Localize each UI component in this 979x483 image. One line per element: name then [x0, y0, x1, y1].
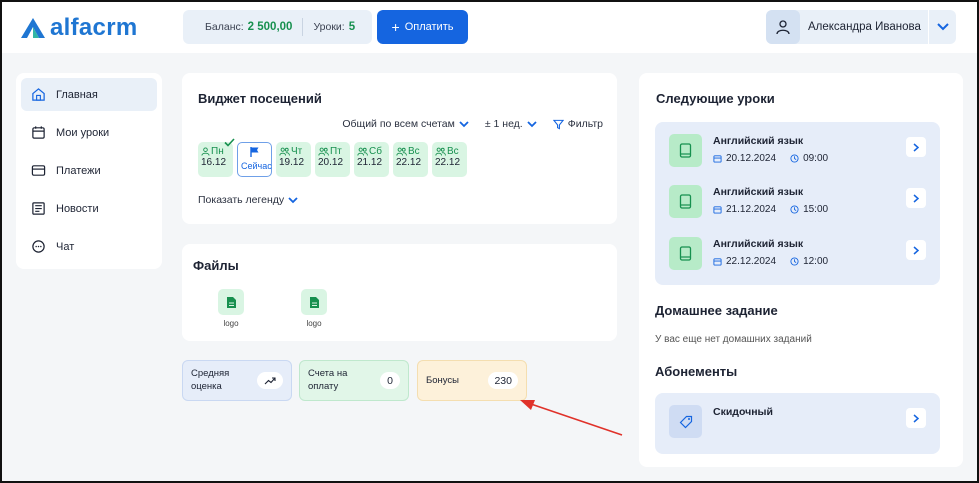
annotation-arrow [520, 400, 623, 436]
app-window: alfacrm Баланс: 2 500,00 Уроки: 5 + Опла… [0, 0, 979, 483]
